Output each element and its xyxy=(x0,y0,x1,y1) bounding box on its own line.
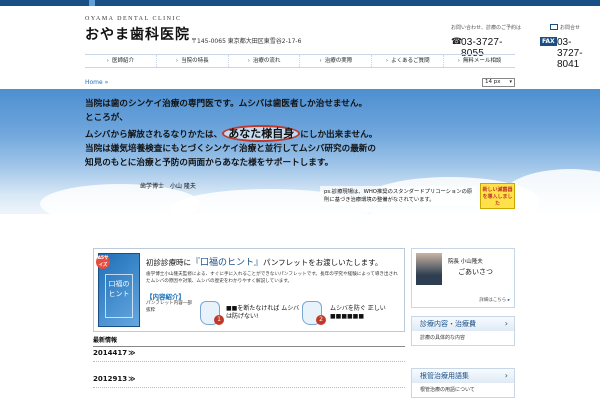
nav-item-mail-consult[interactable]: 無料メール相談 xyxy=(444,55,515,67)
hero-line: 当院は歯のシンケイ治療の専門医です。ムシバは歯医者しか治せません。 xyxy=(85,99,368,109)
hero-line-suffix: にしか出来ません。 xyxy=(300,130,378,140)
nav-item-features[interactable]: 当院の特長 xyxy=(157,55,229,67)
hero-banner: 当院は歯のシンケイ治療の専門医です。ムシバは歯医者しか治せません。 ところが、 … xyxy=(0,89,600,214)
side-link-services[interactable]: 診療内容・治療費 診療の具体的な内容 xyxy=(411,316,515,346)
pamphlet-cover-title: 口福のヒント xyxy=(105,274,133,318)
fax-icon: FAX xyxy=(540,37,557,46)
point-number-badge: 1 xyxy=(214,315,224,325)
side-link-glossary[interactable]: 根管治療用語集 根管治療の用語について xyxy=(411,368,515,398)
global-nav: 医師紹介 当院の特長 治療の流れ 治療の実際 よくあるご質問 無料メール相談 xyxy=(85,54,515,68)
clinic-logo-title[interactable]: おやま歯科医院 xyxy=(85,24,190,44)
mail-icon xyxy=(550,24,558,30)
site-header: OYAMA DENTAL CLINIC おやま歯科医院 〒145-0065 東京… xyxy=(85,10,583,70)
hero-line-prefix: ムシバから解放されるなりかたは、 xyxy=(85,130,223,140)
sterilizer-badge[interactable]: 新しい滅菌器を導入しました xyxy=(480,183,515,209)
nav-item-treatment[interactable]: 治療の実際 xyxy=(300,55,373,67)
nav-item-flow[interactable]: 治療の流れ xyxy=(229,55,301,67)
nav-item-doctor[interactable]: 医師紹介 xyxy=(85,55,157,67)
pamphlet-panel: 口福のヒント A5サイズ 初診診療時に『口福のヒント』パンフレットをお渡しいたし… xyxy=(93,248,405,332)
a5-size-badge: A5サイズ xyxy=(96,255,110,269)
fax-number: 03-3727-8041 xyxy=(557,37,583,70)
hero-message: 当院は歯のシンケイ治療の専門医です。ムシバは歯医者しか治せません。 ところが、 … xyxy=(85,97,415,170)
director-profile-card[interactable]: 院長 小山隆夫 ごあいさつ 詳細はこちら xyxy=(411,248,515,308)
hero-line: ところが、 xyxy=(85,113,128,123)
side-link-subtitle: 診療の具体的な内容 xyxy=(420,335,466,341)
clinic-name-en: OYAMA DENTAL CLINIC xyxy=(85,16,182,22)
doctor-signature: 歯学博士 小山 隆夫 xyxy=(140,183,196,190)
hero-line: 当院は嫌気培養検査にもとづくシンケイ治療と並行してムシバ研究の最新の xyxy=(85,144,376,154)
mail-contact-label: お問合せ xyxy=(560,25,581,31)
director-name: 院長 小山隆夫 xyxy=(448,259,483,265)
breadcrumb-home-link[interactable]: Home » xyxy=(85,78,108,88)
mail-contact-link[interactable]: お問合せ xyxy=(550,24,580,31)
font-size-select[interactable]: 14 px xyxy=(482,78,515,87)
top-marker xyxy=(89,0,95,6)
contents-label: 【内容紹介】 xyxy=(146,293,185,301)
ps-note: ps.診療現場は、WHO推奨のスタンダードプリコーションの原則に基づき治療環境の… xyxy=(320,186,477,206)
pamphlet-heading: 初診診療時に『口福のヒント』パンフレットをお渡しいたします。 xyxy=(146,255,382,268)
pamphlet-heading-prefix: 初診診療時に xyxy=(146,258,191,267)
point-text: ムシバを防ぐ 正しい■■■■■■ xyxy=(330,305,386,320)
director-photo xyxy=(416,253,442,285)
point-text: ■■を断たなければ ムシバは防げない! xyxy=(226,305,300,320)
director-greeting: ごあいさつ xyxy=(458,268,493,276)
side-link-subtitle: 根管治療の用語について xyxy=(420,387,475,393)
pamphlet-heading-suffix: パンフレットをお渡しいたします。 xyxy=(263,258,383,267)
side-link-title: 根管治療用語集 xyxy=(412,369,514,383)
contact-label: お問い合わせ、診療のご予約は xyxy=(451,25,522,31)
cloud-shape xyxy=(500,169,600,214)
nav-item-faq[interactable]: よくあるご質問 xyxy=(372,55,445,67)
hero-line: ムシバから解放されるなりかたは、 あなた様自身 にしか出来ません。 xyxy=(85,125,415,142)
news-item[interactable]: 2012913 xyxy=(93,372,405,388)
hero-line: 知見のもとに治療と予防の両面からあなた様をサポートします。 xyxy=(85,158,334,168)
point-number-badge: 2 xyxy=(316,315,326,325)
breadcrumb-bar: Home » 14 px xyxy=(0,78,600,88)
director-more-link[interactable]: 詳細はこちら xyxy=(479,297,510,303)
news-item[interactable]: 2014417 xyxy=(93,346,405,362)
pamphlet-description: 歯学博士小山隆夫監修による、すぐに手に入れることができないパンフレットです。長年… xyxy=(146,272,398,284)
contents-note: パンフレット内容一部抜粋 xyxy=(146,301,193,313)
side-link-title: 診療内容・治療費 xyxy=(412,317,514,331)
clinic-address: 〒145-0065 東京都大田区東雪谷2-17-6 xyxy=(191,38,302,45)
pamphlet-heading-keyword: 『口福のヒント』 xyxy=(191,258,264,268)
hero-highlight: あなた様自身 xyxy=(222,125,301,142)
